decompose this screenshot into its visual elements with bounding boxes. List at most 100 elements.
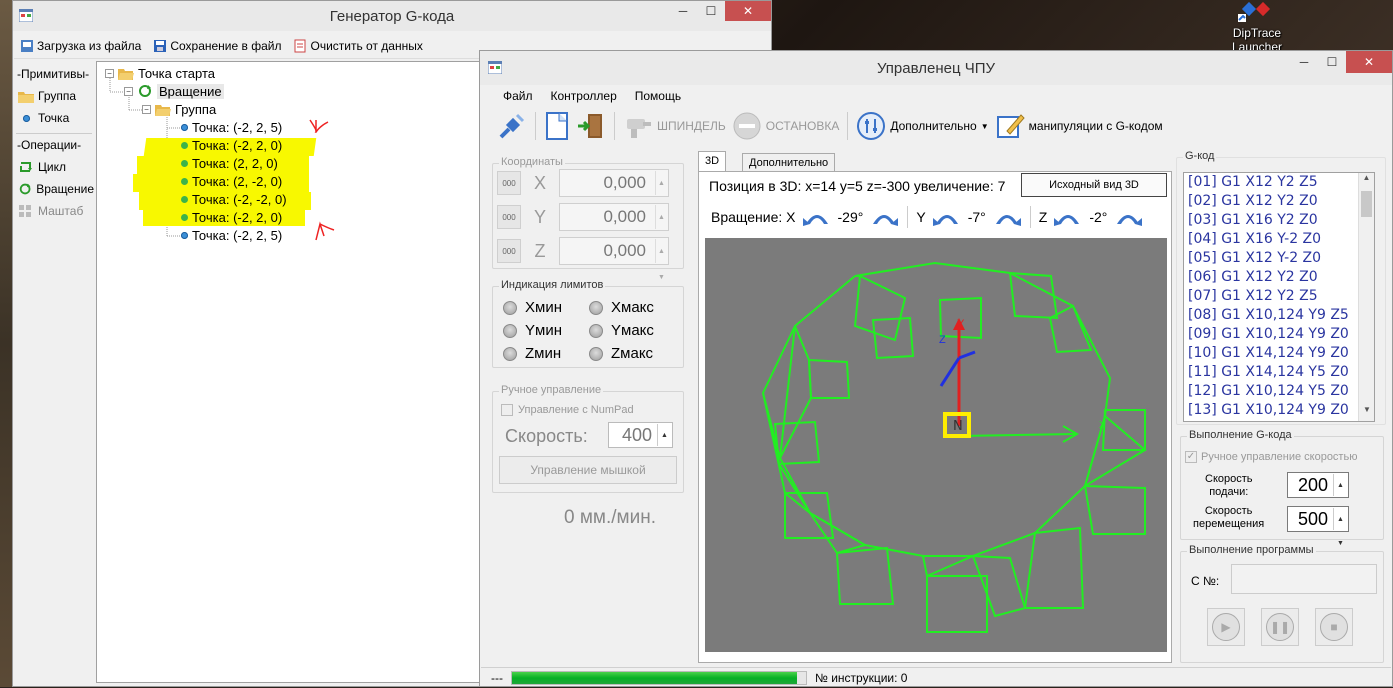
scroll-up-icon[interactable]: ▲ xyxy=(1359,173,1374,189)
stop-square-icon: ■ xyxy=(1320,613,1348,641)
gcode-line[interactable]: [07] G1 X12 Y2 Z5 xyxy=(1184,287,1374,306)
tree-node-point[interactable]: Точка: (-2, -2, 0) xyxy=(181,190,287,208)
tree-node-point[interactable]: Точка: (-2, 2, 0) xyxy=(181,208,282,226)
add-cycle-button[interactable]: Цикл xyxy=(14,156,94,178)
add-group-label: Группа xyxy=(38,89,77,103)
rotation-separator xyxy=(1029,206,1031,228)
play-button[interactable]: ▶ xyxy=(1207,608,1245,646)
3d-viewport[interactable]: N Y Z X xyxy=(705,238,1167,652)
clear-data-button[interactable]: Очистить от данных xyxy=(293,39,423,53)
coord-y-field[interactable]: 0,000 ▲▼ xyxy=(559,203,669,247)
numpad-checkbox[interactable]: Управление с NumPad xyxy=(501,404,634,416)
tree-node-point[interactable]: Точка: (-2, 2, 5) xyxy=(181,226,282,244)
gcode-line[interactable]: [10] G1 X14,124 Y9 Z0 xyxy=(1184,344,1374,363)
tree-node-start[interactable]: − Точка старта xyxy=(105,64,215,82)
save-file-button[interactable]: Сохранение в файл xyxy=(153,39,281,53)
scroll-down-icon[interactable]: ▼ xyxy=(1359,405,1374,421)
gcode-list[interactable]: [01] G1 X12 Y2 Z5 [02] G1 X12 Y2 Z0 [03] G… xyxy=(1183,172,1375,422)
operation-tree[interactable]: − Точка старта − Вращение − Группа Точка… xyxy=(96,61,486,683)
collapse-icon: − xyxy=(105,68,114,78)
additional-label: Дополнительно xyxy=(890,119,977,133)
close-button[interactable]: ✕ xyxy=(1346,51,1392,73)
tab-3d[interactable]: 3D xyxy=(698,151,727,173)
menu-help[interactable]: Помощь xyxy=(635,89,681,103)
tree-node-rotation[interactable]: − Вращение xyxy=(124,82,224,100)
cnc-titlebar[interactable]: Управленец ЧПУ ─ ☐ ✕ xyxy=(480,51,1392,85)
connect-button[interactable] xyxy=(497,111,527,141)
gcode-line[interactable]: [09] G1 X10,124 Y9 Z0 xyxy=(1184,325,1374,344)
spinner-icon[interactable]: ▲▼ xyxy=(655,239,667,281)
limit-label: Zмин xyxy=(525,345,562,362)
rotate-right-icon[interactable] xyxy=(992,206,1022,228)
tree-node-point[interactable]: Точка: (-2, 2, 5) xyxy=(181,118,282,136)
coord-x-field[interactable]: 0,000 ▲▼ xyxy=(559,169,669,213)
gcode-line[interactable]: [06] G1 X12 Y2 Z0 xyxy=(1184,268,1374,287)
manual-speed-checkbox[interactable]: ✓ Ручное управление скоростью xyxy=(1185,451,1357,463)
spinner-icon[interactable]: ▲▼ xyxy=(655,205,667,247)
mouse-control-button[interactable]: Управление мышкой xyxy=(499,456,677,484)
operations-header: -Операции- xyxy=(17,138,82,152)
desktop-icon-diptrace[interactable]: DipTrace Launcher xyxy=(1222,0,1292,56)
maximize-button[interactable]: ☐ xyxy=(1318,51,1346,73)
point-icon xyxy=(181,195,188,203)
coord-z-field[interactable]: 0,000 ▲ ▼ xyxy=(559,237,669,281)
add-scale-button[interactable]: Маштаб xyxy=(14,200,94,222)
reset-view-button[interactable]: Исходный вид 3D xyxy=(1021,173,1167,197)
rotate-left-icon[interactable] xyxy=(932,206,962,228)
gcode-line[interactable]: [12] G1 X10,124 Y5 Z0 xyxy=(1184,382,1374,401)
zero-y-button[interactable]: 000 xyxy=(497,205,521,229)
gcode-line[interactable]: [03] G1 X16 Y2 Z0 xyxy=(1184,211,1374,230)
rotate-left-icon[interactable] xyxy=(802,206,832,228)
load-file-button[interactable]: Загрузка из файла xyxy=(20,39,141,53)
gcode-scrollbar[interactable]: ▲ ▼ xyxy=(1358,173,1374,421)
tree-node-point[interactable]: Точка: (2, -2, 0) xyxy=(181,172,282,190)
point-icon xyxy=(181,141,188,149)
feed-label-line-2: подачи: xyxy=(1209,486,1249,498)
spindle-button[interactable]: ШПИНДЕЛЬ xyxy=(623,111,726,141)
close-button[interactable]: ✕ xyxy=(725,1,771,21)
pause-button[interactable]: ❚❚ xyxy=(1261,608,1299,646)
minimize-button[interactable]: ─ xyxy=(669,1,697,21)
spinner-icon[interactable]: ▲▼ xyxy=(655,171,667,213)
gcode-line[interactable]: [11] G1 X14,124 Y5 Z0 xyxy=(1184,363,1374,382)
minimize-button[interactable]: ─ xyxy=(1290,51,1318,73)
add-point-button[interactable]: Точка xyxy=(14,107,94,129)
stop-button[interactable]: ОСТАНОВКА xyxy=(732,111,839,141)
scroll-thumb[interactable] xyxy=(1361,191,1372,217)
from-line-field[interactable] xyxy=(1231,564,1377,594)
rotate-right-icon[interactable] xyxy=(1113,206,1143,228)
gcode-manipulation-button[interactable]: манипуляции с G-кодом xyxy=(995,111,1163,141)
add-group-button[interactable]: Группа xyxy=(14,85,94,107)
zero-x-button[interactable]: 000 xyxy=(497,171,521,195)
gcode-line[interactable]: [04] G1 X16 Y-2 Z0 xyxy=(1184,230,1374,249)
gcode-line[interactable]: [13] G1 X10,124 Y9 Z0 xyxy=(1184,401,1374,420)
zero-z-button[interactable]: 000 xyxy=(497,239,521,263)
exit-button[interactable] xyxy=(576,111,606,141)
rotate-right-icon[interactable] xyxy=(869,206,899,228)
menu-controller[interactable]: Контроллер xyxy=(551,89,617,103)
rotation-y-value: -7° xyxy=(967,209,986,225)
additional-dropdown[interactable]: Дополнительно ▼ xyxy=(856,111,989,141)
stop-program-button[interactable]: ■ xyxy=(1315,608,1353,646)
tree-node-group[interactable]: − Группа xyxy=(142,100,216,118)
manual-speed-field[interactable]: 400 ▲▼ xyxy=(608,422,673,463)
rotate-left-icon[interactable] xyxy=(1053,206,1083,228)
feed-speed-field[interactable]: 200 ▲▼ xyxy=(1287,472,1349,513)
spinner-icon[interactable]: ▲▼ xyxy=(657,424,671,463)
gcode-line[interactable]: [08] G1 X10,124 Y9 Z5 xyxy=(1184,306,1374,325)
maximize-button[interactable]: ☐ xyxy=(697,1,725,21)
spinner-icon[interactable]: ▲▼ xyxy=(1333,474,1347,513)
tab-additional[interactable]: Дополнительно xyxy=(742,153,836,173)
spinner-icon[interactable]: ▲▼ xyxy=(1333,508,1347,547)
gcode-line[interactable]: [01] G1 X12 Y2 Z5 xyxy=(1184,173,1374,192)
gcode-line[interactable]: [02] G1 X12 Y2 Z0 xyxy=(1184,192,1374,211)
tree-node-point[interactable]: Точка: (2, 2, 0) xyxy=(181,154,278,172)
open-file-button[interactable] xyxy=(544,111,570,141)
gcode-line[interactable]: [05] G1 X12 Y-2 Z0 xyxy=(1184,249,1374,268)
move-speed-field[interactable]: 500 ▲ ▼ xyxy=(1287,506,1349,547)
tree-node-point[interactable]: Точка: (-2, 2, 0) xyxy=(181,136,282,154)
menu-file[interactable]: Файл xyxy=(503,89,533,103)
add-rotation-button[interactable]: Вращение xyxy=(14,178,94,200)
limit-label: Xмин xyxy=(525,299,562,316)
generator-titlebar[interactable]: Генератор G-кода ─ ☐ ✕ xyxy=(13,1,771,31)
